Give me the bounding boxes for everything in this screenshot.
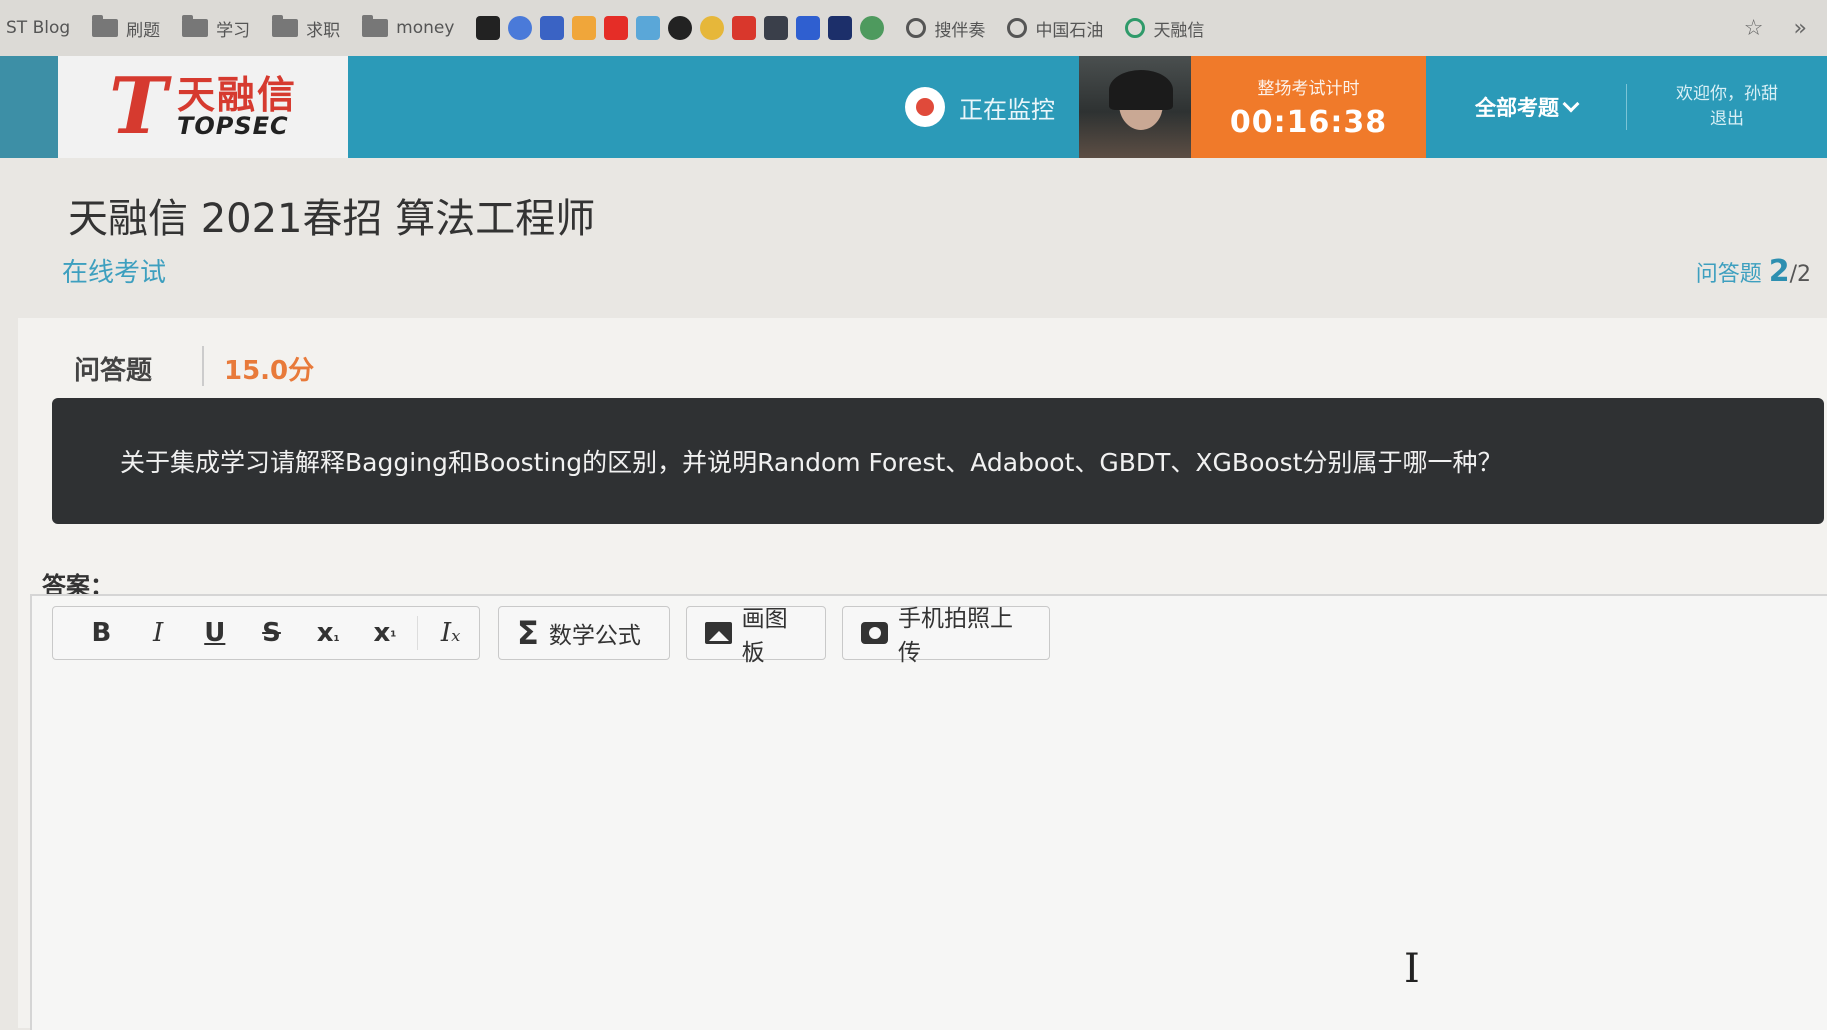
exam-header: T 天融信 TOPSEC 正在监控 整场考试计时 00:16:38 全部考题 欢… [0, 56, 1827, 158]
logo: T 天融信 TOPSEC [58, 56, 348, 158]
docs-icon[interactable] [796, 16, 821, 40]
timer-label: 整场考试计时 [1257, 79, 1360, 99]
sigma-icon: Σ [517, 614, 539, 652]
subscript-button[interactable]: x₁ [300, 618, 357, 648]
bookmark-label: 搜伴奏 [934, 20, 986, 41]
phone-photo-upload-label: 手机拍照上传 [897, 606, 1013, 666]
bookmark-label: 天融信 [1153, 20, 1205, 41]
underline-button[interactable]: U [186, 618, 243, 648]
divider [202, 346, 204, 386]
bookmark-folder-qiuzhi[interactable]: 求职 [272, 15, 341, 41]
bookmark-st-blog[interactable]: ST Blog [6, 18, 70, 38]
bookmark-folder-shuati[interactable]: 刷题 [92, 15, 161, 41]
site-favicon-icon[interactable] [764, 16, 789, 40]
drawing-board-label: 画图板 [741, 606, 788, 666]
question-score: 15.0分 [224, 356, 315, 386]
bookmark-petrochina[interactable]: 中国石油 [1007, 16, 1103, 41]
toolbar-separator [417, 616, 419, 650]
csdn-icon[interactable] [732, 16, 757, 40]
bookmark-label: money [396, 18, 455, 38]
site-favicon-icon[interactable] [860, 16, 885, 40]
bookmark-icons [476, 16, 885, 40]
user-area: 欢迎你，孙甜 退出 [1626, 84, 1827, 130]
all-questions-label: 全部考题 [1475, 96, 1559, 120]
bookmark-banzou[interactable]: 搜伴奏 [906, 16, 985, 41]
folder-icon [92, 15, 119, 37]
globe-icon [1125, 18, 1146, 38]
youtube-icon[interactable] [604, 16, 629, 40]
question-progress: 问答题 2/2 [1696, 254, 1811, 289]
star-icon[interactable]: ☆ [1744, 16, 1764, 41]
globe-icon [906, 18, 927, 38]
google-icon[interactable] [508, 16, 533, 40]
monitor-label: 正在监控 [959, 95, 1055, 124]
all-questions-dropdown[interactable]: 全部考题 [1426, 56, 1626, 158]
drawing-board-button[interactable]: 画图板 [686, 606, 826, 666]
site-favicon-icon[interactable] [572, 16, 597, 40]
chevron-down-icon [1562, 95, 1580, 113]
question-text: 关于集成学习请解释Bagging和Boosting的区别，并说明Random F… [120, 448, 1503, 477]
progress-type: 问答题 [1695, 262, 1762, 287]
strikethrough-button[interactable]: S [243, 618, 300, 648]
image-icon [705, 622, 732, 644]
progress-total: /2 [1789, 262, 1811, 287]
bookmark-label: 求职 [306, 20, 341, 41]
italic-button[interactable]: I [130, 618, 187, 648]
folder-icon [182, 15, 209, 37]
timer-value: 00:16:38 [1229, 105, 1388, 140]
logout-link[interactable]: 退出 [1710, 107, 1744, 133]
format-toolbar: B I U S x₁ x¹ Iₓ [52, 606, 480, 660]
camera-icon [861, 622, 888, 644]
logo-texts: 天融信 TOPSEC [177, 76, 297, 138]
site-favicon-icon[interactable] [828, 16, 853, 40]
page-title: 天融信 2021春招 算法工程师 [68, 196, 596, 242]
logo-cn: 天融信 [177, 73, 298, 117]
bilibili-icon[interactable] [636, 16, 661, 40]
globe-icon [1007, 18, 1028, 38]
superscript-mark: ¹ [390, 629, 397, 645]
bookmark-folder-xuexi[interactable]: 学习 [182, 15, 251, 41]
translate-icon[interactable] [540, 16, 565, 40]
math-formula-label: 数学公式 [548, 623, 641, 649]
bookmark-topsec[interactable]: 天融信 [1125, 16, 1204, 41]
question-type: 问答题 [74, 356, 153, 386]
folder-icon [362, 15, 389, 37]
superscript-base: x [373, 618, 391, 648]
math-formula-button[interactable]: Σ 数学公式 [498, 606, 670, 660]
subscript-base: x [316, 618, 334, 648]
bold-button[interactable]: B [73, 618, 130, 648]
subscript-mark: ₁ [333, 629, 340, 645]
side-strip [0, 56, 58, 158]
site-favicon-icon[interactable] [476, 16, 501, 40]
phone-photo-upload-button[interactable]: 手机拍照上传 [842, 606, 1050, 666]
logo-en: TOPSEC [177, 112, 289, 140]
header-spacer [348, 56, 905, 158]
clear-format-button[interactable]: Iₓ [422, 618, 479, 648]
folder-icon [272, 15, 299, 37]
page-subtitle: 在线考试 [62, 258, 167, 288]
more-bookmarks-icon[interactable]: » [1794, 16, 1807, 41]
bookmarks-bar: ST Blog 刷题 学习 求职 money 搜伴奏 中国石油 天融信 ☆ » [0, 0, 1827, 56]
monitor-status: 正在监控 [905, 56, 1079, 158]
webcam-preview [1079, 56, 1191, 158]
superscript-button[interactable]: x¹ [357, 618, 414, 648]
chrome-icon[interactable] [700, 16, 725, 40]
progress-current: 2 [1768, 254, 1790, 289]
question-text-bar: 关于集成学习请解释Bagging和Boosting的区别，并说明Random F… [52, 398, 1824, 524]
github-icon[interactable] [668, 16, 693, 40]
bookmark-label: 学习 [216, 20, 251, 41]
bookmark-label: 刷题 [126, 20, 161, 41]
browser-tools: ☆ » [1744, 16, 1827, 41]
text-cursor-icon: I [1404, 946, 1420, 992]
bookmark-folder-money[interactable]: money [362, 15, 455, 38]
bookmark-label: ST Blog [6, 18, 71, 38]
logo-mark: T [108, 61, 168, 152]
exam-timer: 整场考试计时 00:16:38 [1191, 56, 1426, 158]
camera-icon [905, 87, 945, 127]
bookmark-label: 中国石油 [1035, 20, 1104, 41]
welcome-text: 欢迎你，孙甜 [1676, 83, 1778, 104]
